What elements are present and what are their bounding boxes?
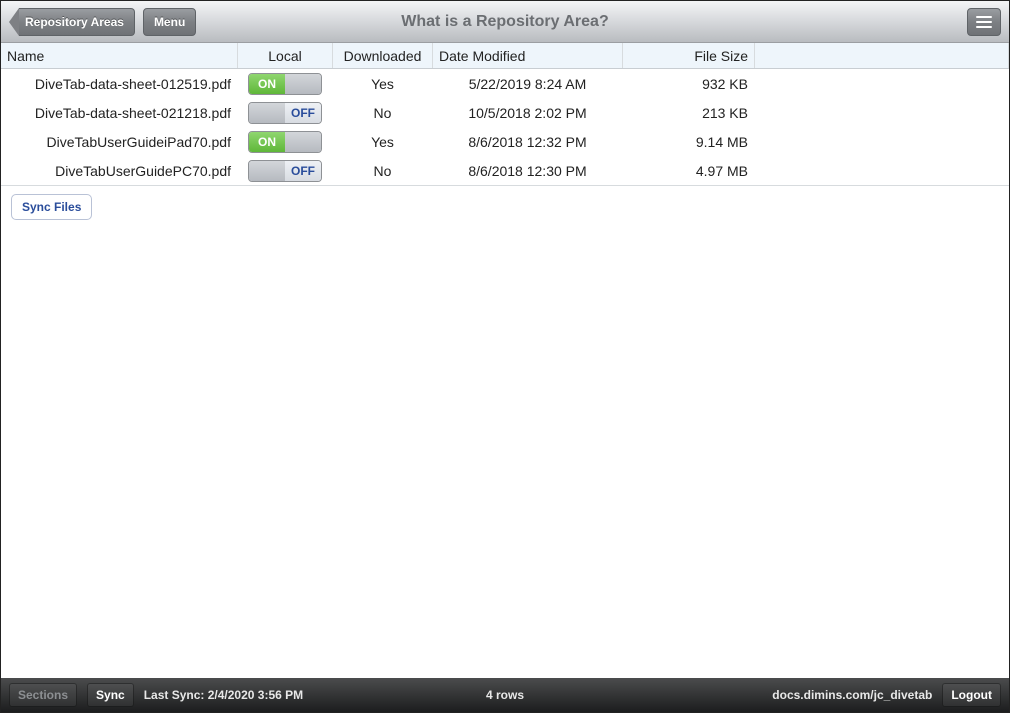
cell-local [238,156,333,185]
file-table: Name Local Downloaded Date Modified File… [1,43,1009,186]
cell-downloaded: Yes [333,69,433,98]
cell-local [238,98,333,127]
sync-files-label: Sync Files [22,200,81,214]
table-header-row: Name Local Downloaded Date Modified File… [1,43,1009,69]
content-spacer [1,228,1009,678]
cell-name: DiveTabUserGuideiPad70.pdf [1,127,238,156]
table-row[interactable]: DiveTab-data-sheet-021218.pdf No10/5/2018… [1,98,1009,127]
hamburger-icon [976,16,992,18]
cell-local [238,127,333,156]
cell-size: 4.97 MB [623,156,755,185]
cell-downloaded: No [333,98,433,127]
cell-name: DiveTabUserGuidePC70.pdf [1,156,238,185]
cell-size: 213 KB [623,98,755,127]
col-header-downloaded[interactable]: Downloaded [333,43,433,68]
menu-button-label: Menu [154,15,185,29]
sync-files-button[interactable]: Sync Files [11,194,92,220]
cell-name: DiveTab-data-sheet-012519.pdf [1,69,238,98]
logout-button[interactable]: Logout [942,683,1001,707]
table-row[interactable]: DiveTabUserGuidePC70.pdf No8/6/2018 12:30… [1,156,1009,185]
cell-name: DiveTab-data-sheet-021218.pdf [1,98,238,127]
cell-downloaded: No [333,156,433,185]
sync-button[interactable]: Sync [87,683,134,707]
hamburger-button[interactable] [967,8,1001,36]
col-header-local[interactable]: Local [238,43,333,68]
footer-bar: Sections Sync Last Sync: 2/4/2020 3:56 P… [1,678,1009,712]
back-button-label: Repository Areas [19,8,135,36]
cell-size: 932 KB [623,69,755,98]
sync-row: Sync Files [1,186,1009,228]
cell-date: 8/6/2018 12:30 PM [433,156,623,185]
local-toggle[interactable] [248,160,322,182]
sections-button[interactable]: Sections [9,683,77,707]
table-row[interactable]: DiveTab-data-sheet-012519.pdf Yes5/22/201… [1,69,1009,98]
last-sync-text: Last Sync: 2/4/2020 3:56 PM [144,688,303,702]
cell-date: 10/5/2018 2:02 PM [433,98,623,127]
col-header-date[interactable]: Date Modified [433,43,623,68]
local-toggle[interactable] [248,73,322,95]
col-header-spacer [755,43,1009,68]
header-bar: Repository Areas Menu What is a Reposito… [1,1,1009,43]
col-header-name[interactable]: Name [1,43,238,68]
col-header-size[interactable]: File Size [623,43,755,68]
host-text: docs.dimins.com/jc_divetab [772,688,932,702]
menu-button[interactable]: Menu [143,8,196,36]
cell-local [238,69,333,98]
cell-size: 9.14 MB [623,127,755,156]
local-toggle[interactable] [248,102,322,124]
cell-date: 5/22/2019 8:24 AM [433,69,623,98]
back-button[interactable]: Repository Areas [9,8,135,36]
local-toggle[interactable] [248,131,322,153]
cell-date: 8/6/2018 12:32 PM [433,127,623,156]
table-row[interactable]: DiveTabUserGuideiPad70.pdf Yes8/6/2018 12… [1,127,1009,156]
cell-downloaded: Yes [333,127,433,156]
chevron-left-icon [9,8,19,36]
